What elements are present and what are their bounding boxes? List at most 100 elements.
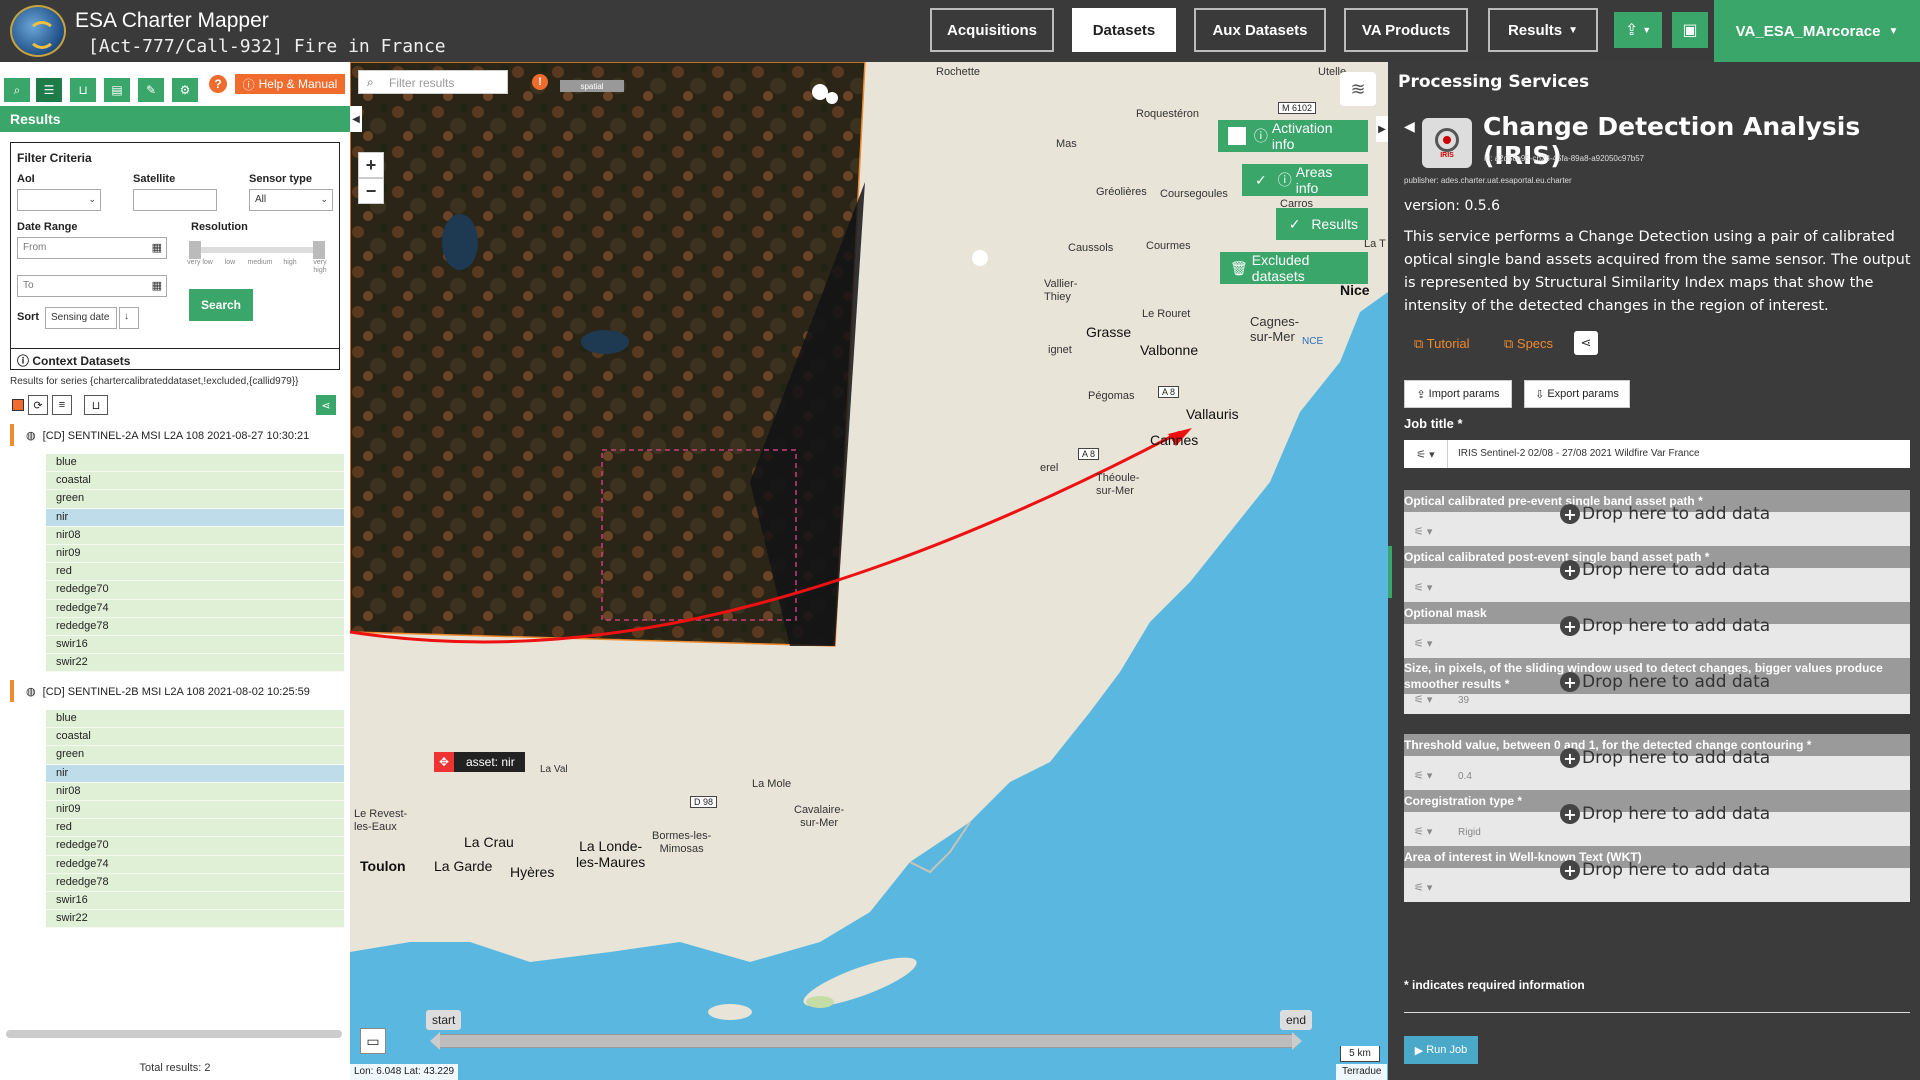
band-item[interactable]: rededge74 bbox=[46, 855, 344, 874]
share-service-button[interactable]: ⋖ bbox=[1574, 331, 1598, 355]
satellite-input[interactable] bbox=[133, 189, 217, 211]
map-attribution[interactable]: Terradue bbox=[1336, 1064, 1388, 1080]
context-datasets-header[interactable]: ⓘ Context Datasets bbox=[10, 348, 340, 370]
list-view-button[interactable]: ≡ bbox=[52, 395, 72, 415]
drop-zone[interactable]: + Drop here to add data bbox=[1560, 560, 1770, 580]
band-item[interactable]: rededge70 bbox=[46, 581, 344, 600]
band-item[interactable]: swir16 bbox=[46, 635, 344, 655]
activation-info-button[interactable]: ⓘ Activation info bbox=[1218, 120, 1368, 152]
basket-tool-button[interactable]: ⊔ bbox=[70, 78, 96, 102]
collapse-left-panel-button[interactable]: ◀ bbox=[350, 106, 362, 132]
zoom-out-button[interactable]: − bbox=[358, 178, 384, 204]
band-item[interactable]: red bbox=[46, 563, 344, 582]
magic-wand-icon[interactable]: ⚟ ▾ bbox=[1414, 525, 1432, 538]
drop-zone[interactable]: + Drop here to add data bbox=[1560, 804, 1770, 824]
nav-results[interactable]: Results ▼ bbox=[1488, 8, 1598, 52]
search-tool-button[interactable]: ⌕ bbox=[4, 78, 30, 102]
date-to-input[interactable]: To ▦ bbox=[17, 275, 167, 297]
areas-info-button[interactable]: ✓ ⓘ Areas info bbox=[1242, 164, 1368, 196]
list-tool-button[interactable]: ☰ bbox=[36, 78, 62, 102]
magic-wand-icon[interactable]: ⚟ ▾ bbox=[1414, 881, 1432, 894]
aoi-select[interactable]: ⌄ bbox=[17, 189, 101, 211]
help-question-icon[interactable]: ? bbox=[209, 75, 227, 93]
dataset-item[interactable]: ◍ [CD] SENTINEL-2B MSI L2A 108 2021-08-0… bbox=[10, 680, 344, 702]
band-item[interactable]: swir22 bbox=[46, 654, 344, 673]
import-params-button[interactable]: ⇪ Import params bbox=[1404, 380, 1512, 408]
spatial-toggle[interactable]: spatial bbox=[560, 80, 624, 92]
results-checkbox[interactable]: ✓ bbox=[1286, 215, 1304, 233]
band-item[interactable]: blue bbox=[46, 454, 344, 473]
nav-va-products[interactable]: VA Products bbox=[1344, 8, 1468, 52]
horizontal-scrollbar[interactable] bbox=[6, 1030, 342, 1038]
param-field[interactable]: Optional mask ⚟ ▾ + Drop here to add data bbox=[1404, 602, 1910, 658]
filter-info-icon[interactable]: ! bbox=[532, 74, 548, 90]
run-job-button[interactable]: ▶ Run Job bbox=[1404, 1036, 1478, 1064]
param-field[interactable]: Coregistration type * ⚟ ▾ Rigid + Drop here … bbox=[1404, 790, 1910, 846]
magic-wand-icon[interactable]: ⚟ ▾ bbox=[1414, 769, 1432, 782]
resolution-handle-max[interactable] bbox=[313, 241, 325, 259]
esa-charter-logo[interactable] bbox=[10, 5, 66, 57]
band-item[interactable]: blue bbox=[46, 710, 344, 729]
magic-wand-icon[interactable]: ⚟ ▾ bbox=[1414, 637, 1432, 650]
param-field[interactable]: Size, in pixels, of the sliding window u… bbox=[1404, 658, 1910, 714]
upload-menu-button[interactable]: ⇪ ▼ bbox=[1614, 12, 1662, 48]
collapse-right-panel-button[interactable]: ▶ bbox=[1376, 116, 1388, 142]
tutorial-link[interactable]: ⧉ Tutorial bbox=[1414, 336, 1470, 352]
resolution-handle-min[interactable] bbox=[189, 241, 201, 259]
refresh-button[interactable]: ⟳ bbox=[28, 395, 48, 415]
band-item[interactable]: red bbox=[46, 819, 344, 838]
band-item[interactable]: nir08 bbox=[46, 526, 344, 545]
timeline-slider[interactable] bbox=[430, 1030, 1302, 1050]
sensor-type-select[interactable]: All ⌄ bbox=[249, 189, 333, 211]
band-item[interactable]: coastal bbox=[46, 472, 344, 491]
drop-zone[interactable]: + Drop here to add data bbox=[1560, 860, 1770, 880]
sort-select[interactable]: Sensing date bbox=[45, 307, 117, 329]
magic-wand-icon[interactable]: ⚟ ▾ bbox=[1414, 825, 1432, 838]
band-item[interactable]: green bbox=[46, 746, 344, 765]
excluded-datasets-button[interactable]: 🗑 Excluded datasets bbox=[1220, 252, 1368, 284]
specs-link[interactable]: ⧉ Specs bbox=[1504, 336, 1553, 352]
drop-zone[interactable]: + Drop here to add data bbox=[1560, 672, 1770, 692]
add-to-basket-button[interactable]: ⊔ bbox=[84, 395, 108, 415]
activation-info-checkbox[interactable] bbox=[1228, 127, 1246, 145]
band-item[interactable]: nir bbox=[46, 764, 344, 783]
calendar-icon[interactable]: ▦ bbox=[152, 279, 162, 292]
edit-tool-button[interactable]: ✎ bbox=[138, 78, 164, 102]
dataset-item[interactable]: ◍ [CD] SENTINEL-2A MSI L2A 108 2021-08-2… bbox=[10, 424, 344, 446]
band-item[interactable]: rededge78 bbox=[46, 617, 344, 636]
date-from-input[interactable]: From ▦ bbox=[17, 237, 167, 259]
dragged-asset-tag[interactable]: ✥ asset: nir bbox=[434, 752, 525, 772]
help-manual-button[interactable]: ⓘ Help & Manual bbox=[235, 74, 345, 94]
briefcase-button[interactable]: ▣ bbox=[1672, 12, 1708, 48]
band-item[interactable]: swir22 bbox=[46, 910, 344, 929]
band-item[interactable]: nir08 bbox=[46, 782, 344, 801]
job-title-field[interactable]: ⚟ ▾ IRIS Sentinel-2 02/08 - 27/08 2021 W… bbox=[1404, 440, 1910, 468]
archive-tool-button[interactable]: ▤ bbox=[104, 78, 130, 102]
drop-zone[interactable]: + Drop here to add data bbox=[1560, 748, 1770, 768]
nav-datasets[interactable]: Datasets bbox=[1072, 8, 1176, 52]
band-item[interactable]: green bbox=[46, 490, 344, 509]
sort-direction-button[interactable]: ↓ bbox=[119, 307, 139, 329]
select-all-checkbox[interactable] bbox=[8, 395, 28, 415]
band-item[interactable]: rededge74 bbox=[46, 599, 344, 618]
settings-tool-button[interactable]: ⚙ bbox=[172, 78, 198, 102]
user-menu[interactable]: VA_ESA_MArcorace ▼ bbox=[1714, 0, 1920, 62]
param-field[interactable]: Optical calibrated pre-event single band… bbox=[1404, 490, 1910, 546]
band-item[interactable]: rededge78 bbox=[46, 873, 344, 892]
band-item[interactable]: nir09 bbox=[46, 544, 344, 564]
map-view[interactable]: Utelle Rochette Roquestéron Mas Gréolièr… bbox=[350, 62, 1388, 1080]
layers-button[interactable]: ≋ bbox=[1340, 72, 1376, 106]
drop-zone[interactable]: + Drop here to add data bbox=[1560, 616, 1770, 636]
export-params-button[interactable]: ⇩ Export params bbox=[1524, 380, 1630, 408]
param-field[interactable]: Optical calibrated post-event single ban… bbox=[1404, 546, 1910, 602]
back-icon[interactable]: ◀ bbox=[1404, 118, 1415, 135]
param-field[interactable]: Area of interest in Well-known Text (WKT… bbox=[1404, 846, 1910, 902]
nav-acquisitions[interactable]: Acquisitions bbox=[930, 8, 1054, 52]
search-button[interactable]: Search bbox=[189, 289, 253, 321]
zoom-in-button[interactable]: + bbox=[358, 152, 384, 178]
share-button[interactable]: ⋖ bbox=[316, 395, 336, 415]
nav-aux-datasets[interactable]: Aux Datasets bbox=[1194, 8, 1326, 52]
band-item[interactable]: nir09 bbox=[46, 800, 344, 820]
magic-wand-icon[interactable]: ⚟ ▾ bbox=[1404, 440, 1448, 468]
band-item[interactable]: nir bbox=[46, 508, 344, 527]
